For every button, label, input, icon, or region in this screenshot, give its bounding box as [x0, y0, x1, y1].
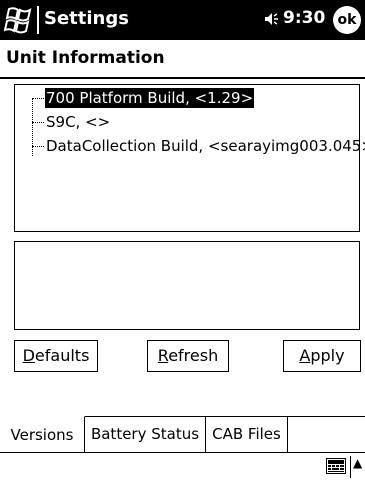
- tree-item-label: 700 Platform Build, <1.29>: [45, 88, 255, 108]
- windows-start-icon[interactable]: [3, 6, 34, 34]
- keyboard-icon[interactable]: [326, 458, 346, 478]
- ok-button[interactable]: ok: [333, 6, 361, 34]
- tree-item-platform-build[interactable]: 700 Platform Build, <1.29>: [15, 88, 355, 108]
- app-title[interactable]: Settings: [44, 8, 129, 29]
- clock-time[interactable]: 9:30: [283, 8, 325, 28]
- title-bar: Settings 9:30 ok: [0, 0, 365, 40]
- tree-item-label: S9C, <>: [46, 113, 111, 131]
- menubar-separator: [350, 456, 351, 478]
- apply-button[interactable]: Apply: [283, 340, 361, 372]
- page-title: Unit Information: [6, 48, 165, 68]
- tree-item-datacollection-build[interactable]: DataCollection Build, <searayimg003.045>: [15, 136, 365, 156]
- version-tree-view[interactable]: 700 Platform Build, <1.29> S9C, <> DataC…: [14, 84, 365, 232]
- volume-icon[interactable]: [264, 11, 280, 31]
- title-separator: [37, 6, 39, 34]
- tree-item-s9c[interactable]: S9C, <>: [15, 112, 355, 132]
- sip-arrow-up-icon[interactable]: ▲: [353, 456, 362, 470]
- tab-versions[interactable]: Versions: [0, 416, 85, 452]
- refresh-button[interactable]: Refresh: [147, 340, 229, 372]
- defaults-button[interactable]: Defaults: [14, 340, 98, 372]
- header-divider: [0, 77, 365, 79]
- menu-bar: [0, 453, 365, 482]
- details-box: [14, 241, 360, 330]
- tree-item-label: DataCollection Build, <searayimg003.045>: [46, 137, 365, 155]
- tab-battery-status[interactable]: Battery Status: [85, 416, 206, 452]
- tab-cab-files[interactable]: CAB Files: [206, 416, 288, 452]
